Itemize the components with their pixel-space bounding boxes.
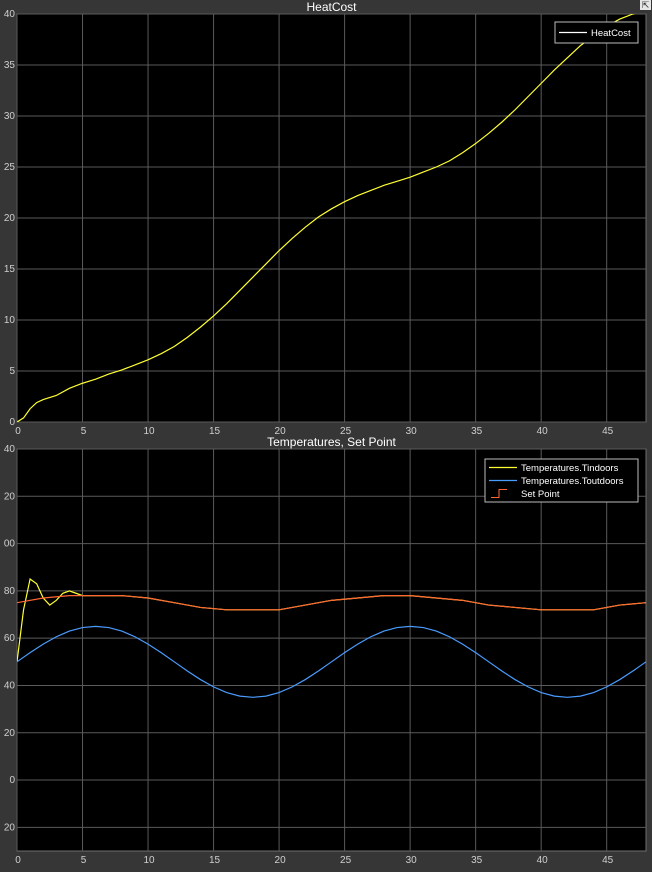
legend-label: Set Point bbox=[521, 489, 560, 500]
scope-plots: HeatCost 0 5 10 15 20 25 30 35 40 45 0 5 10 15 20 25 30 35… bbox=[4, 0, 647, 866]
y-tick-label: 5 bbox=[9, 366, 15, 377]
x-tick-label: 40 bbox=[537, 426, 549, 437]
legend-label: HeatCost bbox=[591, 28, 631, 39]
x-tick-label: 35 bbox=[471, 855, 483, 866]
y-tick-label: 60 bbox=[4, 633, 16, 644]
y-tick-label: 30 bbox=[4, 111, 16, 122]
y-tick-label: 40 bbox=[4, 444, 16, 455]
plot-title: HeatCost bbox=[306, 0, 357, 14]
y-tick-label: 0 bbox=[9, 417, 15, 428]
scope-window: HeatCost 0 5 10 15 20 25 30 35 40 45 0 5 10 15 20 25 30 35… bbox=[0, 0, 652, 867]
y-tick-label: 35 bbox=[4, 60, 16, 71]
x-tick-label: 30 bbox=[406, 426, 418, 437]
plot-title: Temperatures, Set Point bbox=[267, 435, 396, 449]
y-tick-label: 40 bbox=[4, 9, 16, 20]
legend[interactable]: Temperatures.Tindoors Temperatures.Toutdo… bbox=[484, 458, 639, 503]
plot-1: HeatCost0 5 10 15 20 25 30 35 40 4505101520253035… bbox=[4, 0, 647, 437]
plot-area bbox=[16, 448, 647, 852]
y-tick-label: 80 bbox=[4, 586, 16, 597]
x-tick-label: 45 bbox=[602, 426, 614, 437]
y-tick-label: 0 bbox=[9, 775, 15, 786]
x-tick-label: 35 bbox=[471, 426, 483, 437]
plot-2: Temperatures, Set Point 0 5 10 15 20 25 30 35 40 4… bbox=[4, 435, 647, 866]
y-tick-label: 15 bbox=[4, 264, 16, 275]
x-tick-label: 30 bbox=[406, 855, 418, 866]
x-tick-label: 25 bbox=[340, 855, 352, 866]
x-tick-label: 20 bbox=[275, 855, 287, 866]
legend-label: Temperatures.Toutdoors bbox=[521, 476, 624, 487]
x-tick-label: 10 bbox=[143, 855, 155, 866]
x-tick-label: 15 bbox=[209, 426, 221, 437]
y-tick-label: 10 bbox=[4, 315, 16, 326]
y-tick-label: 20 bbox=[4, 728, 16, 739]
x-tick-label: 5 bbox=[81, 855, 87, 866]
y-tick-label: 20 bbox=[4, 491, 16, 502]
legend[interactable]: HeatCost bbox=[554, 21, 639, 44]
legend-label: Temperatures.Tindoors bbox=[521, 463, 619, 474]
y-tick-label: 00 bbox=[4, 539, 16, 550]
x-tick-label: 0 bbox=[15, 426, 21, 437]
x-tick-label: 5 bbox=[81, 426, 87, 437]
y-tick-label: 20 bbox=[4, 213, 16, 224]
y-tick-label: 40 bbox=[4, 680, 16, 691]
x-tick-label: 10 bbox=[143, 426, 155, 437]
x-tick-label: 40 bbox=[537, 855, 549, 866]
x-tick-label: 0 bbox=[15, 855, 21, 866]
x-tick-label: 15 bbox=[209, 855, 221, 866]
y-tick-label: 25 bbox=[4, 162, 16, 173]
y-tick-label: 20 bbox=[4, 822, 16, 833]
expand-icon[interactable]: ⇱ bbox=[640, 0, 651, 10]
x-tick-label: 45 bbox=[602, 855, 614, 866]
